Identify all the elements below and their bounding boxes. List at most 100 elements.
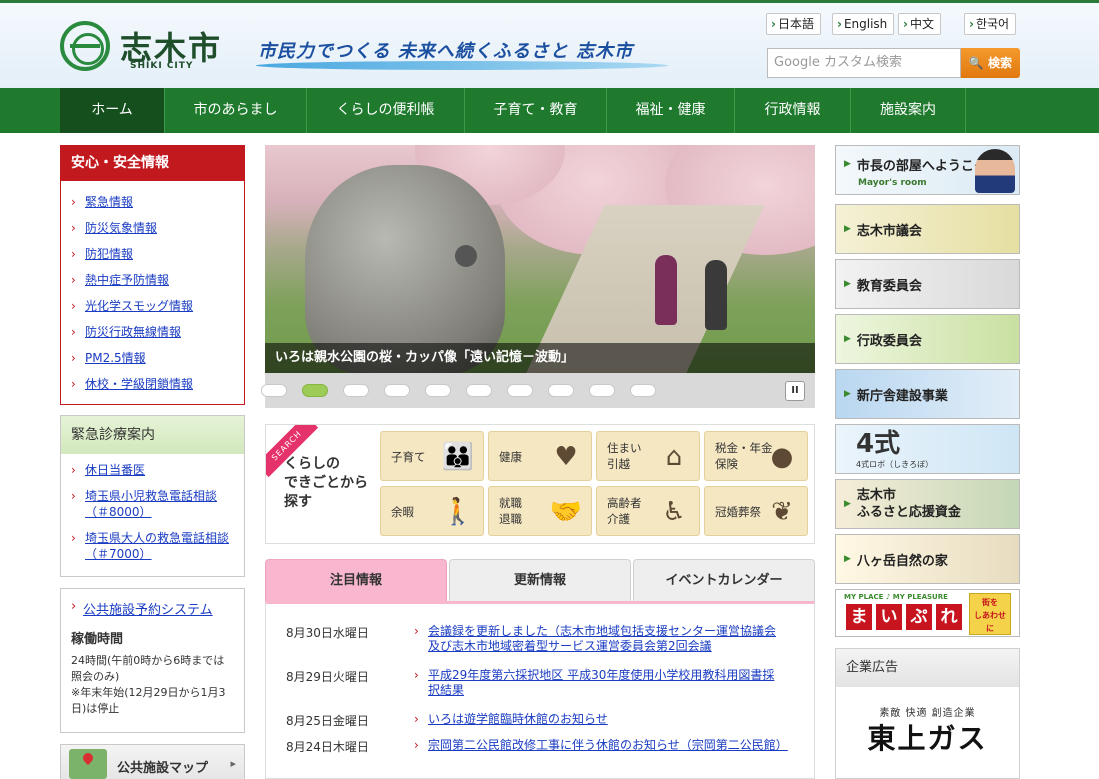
banner-city-council[interactable]: 志木市議会: [835, 204, 1020, 254]
news-link[interactable]: いろは遊学館臨時休館のお知らせ: [414, 712, 784, 727]
life-events-panel: SEARCH くらしの できごとから 探す 子育て 👪 健康 ♥ 住まい 引越 …: [265, 424, 815, 544]
news-link[interactable]: 平成29年度第六採択地区 平成30年度使用小学校用教科用図書採択結果: [414, 668, 784, 698]
corporate-ads-title: 企業広告: [836, 649, 1019, 687]
nav-administration[interactable]: 行政情報: [734, 88, 850, 133]
facility-reservation-box: 公共施設予約システム 稼働時間 24時間(午前0時から6時までは照会のみ) ※年…: [60, 588, 245, 733]
banner-new-city-hall[interactable]: 新庁舎建設事業: [835, 369, 1020, 419]
banner-shiki-robo[interactable]: 4式 4式ロボ（しきろぼ）: [835, 424, 1020, 474]
tab-updates[interactable]: 更新情報: [449, 559, 631, 601]
nav-living-guide[interactable]: くらしの便利帳: [306, 88, 464, 133]
banner-council-label: 志木市議会: [844, 205, 922, 253]
chevron-right-icon: ▸: [230, 757, 236, 770]
safety-link-school-closure[interactable]: 休校・学級閉鎖情報: [85, 377, 193, 391]
banner-furusato-label: 志木市 ふるさと応援資金: [844, 480, 961, 528]
life-childcare-button[interactable]: 子育て 👪: [380, 431, 484, 481]
safety-link-smog[interactable]: 光化学スモッグ情報: [85, 299, 193, 313]
safety-link-emergency[interactable]: 緊急情報: [85, 195, 133, 209]
news-link[interactable]: 宗岡第二公民館改修工事に伴う休館のお知らせ（宗岡第二公民館）: [414, 738, 788, 753]
elderly-icon: ♿: [662, 497, 686, 527]
walker-icon: 🚶: [441, 497, 475, 527]
clinic-title: 緊急診療案内: [61, 416, 244, 454]
life-leisure-button[interactable]: 余暇 🚶: [380, 486, 484, 536]
safety-link-radio[interactable]: 防災行政無線情報: [85, 325, 181, 339]
list-item: 熱中症予防情報: [71, 267, 244, 293]
news-date: 8月29日火曜日: [286, 670, 369, 684]
statue-eye: [455, 245, 477, 267]
banner-mayor[interactable]: 市長の部屋へようこそ Mayor's room: [835, 145, 1020, 195]
banner-four-sub: 4式ロボ（しきろぼ）: [856, 460, 934, 469]
lang-japanese-button[interactable]: 日本語: [766, 13, 821, 35]
family-icon: 👪: [441, 442, 475, 472]
life-health-button[interactable]: 健康 ♥: [488, 431, 592, 481]
slide-dot[interactable]: [302, 384, 328, 397]
life-ceremony-button[interactable]: 冠婚葬祭 ❦: [704, 486, 808, 536]
search-button[interactable]: 🔍 検索: [961, 48, 1020, 78]
hearts-icon: ♥: [554, 442, 578, 472]
site-logo[interactable]: 志木市 SHIKI CITY: [60, 21, 230, 76]
safety-link-heatstroke[interactable]: 熱中症予防情報: [85, 273, 169, 287]
banner-yatsugatake[interactable]: 八ヶ岳自然の家: [835, 534, 1020, 584]
banner-admin-committee[interactable]: 行政委員会: [835, 314, 1020, 364]
clinic-link-adult-call[interactable]: 埼玉県大人の救急電話相談（＃7000）: [85, 531, 229, 561]
city-slogan: 市民力でつくる 未来へ続くふるさと 志木市: [258, 41, 634, 62]
facility-map-button[interactable]: 公共施設マップ ▸: [60, 744, 245, 779]
search-input[interactable]: Google カスタム検索: [767, 48, 961, 78]
life-tax-button[interactable]: 税金・年金 保険 ●: [704, 431, 808, 481]
banner-mayor-sub: Mayor's room: [858, 178, 927, 188]
slide-dot[interactable]: [261, 384, 287, 397]
lang-chinese-button[interactable]: 中文: [898, 13, 941, 35]
house-icon: ⌂: [665, 442, 683, 472]
life-housing-button[interactable]: 住まい 引越 ⌂: [596, 431, 700, 481]
reservation-system-link[interactable]: 公共施設予約システム: [71, 599, 234, 618]
visitor-figure: [655, 255, 677, 325]
operating-hours-text: 24時間(午前0時から6時までは照会のみ) ※年末年始(12月29日から1月3日…: [71, 654, 226, 715]
safety-link-crime[interactable]: 防犯情報: [85, 247, 133, 261]
myplace-char: ぷ: [906, 604, 932, 630]
banner-education-board[interactable]: 教育委員会: [835, 259, 1020, 309]
lang-korean-button[interactable]: 한국어: [964, 13, 1017, 35]
nav-childcare-education[interactable]: 子育て・教育: [464, 88, 606, 133]
list-item: 防災気象情報: [71, 215, 244, 241]
life-item-label: 高齢者 介護: [607, 496, 642, 526]
mayor-portrait: [975, 149, 1015, 193]
purse-icon: ●: [770, 442, 794, 472]
nav-home[interactable]: ホーム: [60, 88, 164, 133]
life-item-label: 冠婚葬祭: [715, 505, 761, 519]
ad-tojo-gas[interactable]: 東上ガス: [836, 717, 1019, 757]
life-elderly-button[interactable]: 高齢者 介護 ♿: [596, 486, 700, 536]
nav-overview[interactable]: 市のあらまし: [164, 88, 306, 133]
news-link[interactable]: 会議録を更新しました（志木市地域包括支援センター運営協議会及び志木市地域密着型サ…: [414, 624, 784, 654]
list-item: 防災行政無線情報: [71, 319, 244, 345]
safety-link-weather[interactable]: 防災気象情報: [85, 221, 157, 235]
news-row: 8月29日火曜日 平成29年度第六採択地区 平成30年度使用小学校用教科用図書採…: [266, 668, 814, 712]
banner-yatsugatake-label: 八ヶ岳自然の家: [844, 535, 948, 583]
site-header: 志木市 SHIKI CITY 市民力でつくる 未来へ続くふるさと 志木市 日本語…: [0, 3, 1099, 88]
banner-furusato-fund[interactable]: 志木市 ふるさと応援資金: [835, 479, 1020, 529]
hero-slideshow[interactable]: いろは親水公園の桜・カッパ像「遠い記憶－波動」: [265, 145, 815, 373]
banner-newhall-label: 新庁舎建設事業: [844, 370, 948, 418]
lang-english-button[interactable]: English: [832, 13, 895, 35]
list-item: 緊急情報: [71, 189, 244, 215]
clinic-link-child-call[interactable]: 埼玉県小児救急電話相談（＃8000）: [85, 489, 217, 519]
slide-dot[interactable]: [343, 384, 369, 397]
safety-link-pm25[interactable]: PM2.5情報: [85, 351, 146, 365]
slide-dot[interactable]: [548, 384, 574, 397]
list-item: 光化学スモッグ情報: [71, 293, 244, 319]
pause-button[interactable]: II: [785, 381, 805, 401]
handshake-icon: 🤝: [549, 497, 583, 527]
slide-dot[interactable]: [466, 384, 492, 397]
slide-dot[interactable]: [384, 384, 410, 397]
slide-dot[interactable]: [425, 384, 451, 397]
kappa-statue: [305, 165, 505, 373]
nav-welfare-health[interactable]: 福祉・健康: [606, 88, 734, 133]
tab-event-calendar[interactable]: イベントカレンダー: [633, 559, 815, 601]
tab-featured[interactable]: 注目情報: [265, 559, 447, 601]
news-date: 8月30日水曜日: [286, 626, 369, 640]
clinic-link-holiday-doctor[interactable]: 休日当番医: [85, 463, 145, 477]
banner-my-place[interactable]: MY PLACE ♪ MY PLEASURE ま い ぷ れ 街を しあわせ に: [835, 589, 1020, 637]
slide-dot[interactable]: [589, 384, 615, 397]
slide-dot[interactable]: [507, 384, 533, 397]
slide-dot[interactable]: [630, 384, 656, 397]
life-employment-button[interactable]: 就職 退職 🤝: [488, 486, 592, 536]
nav-facilities[interactable]: 施設案内: [850, 88, 966, 133]
